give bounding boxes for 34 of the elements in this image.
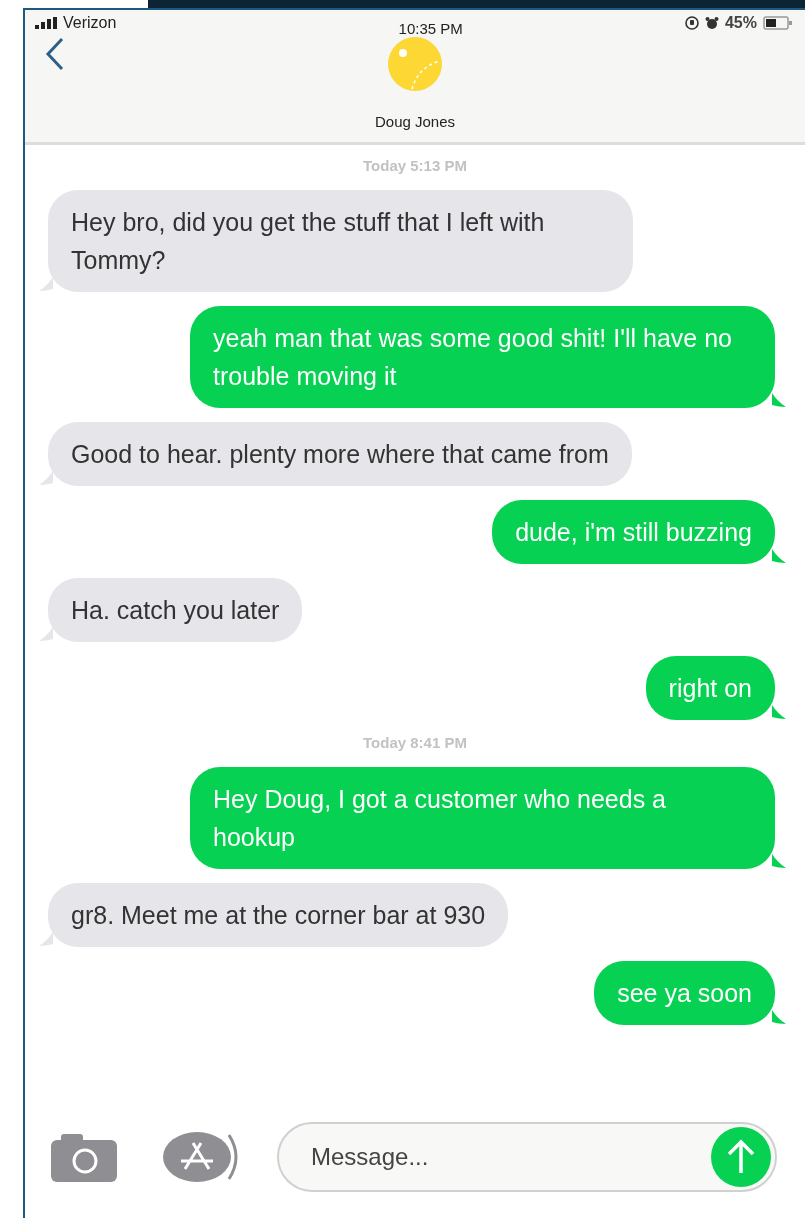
bubble-tail [772, 393, 786, 407]
bubble-tail [772, 854, 786, 868]
bubble-tail [772, 705, 786, 719]
bubble-tail [39, 932, 53, 946]
camera-icon[interactable] [51, 1132, 117, 1182]
message-timestamp: Today 5:13 PM [362, 157, 468, 174]
battery-percent: 45% [724, 14, 757, 32]
outgoing-message: see ya soon [594, 961, 775, 1025]
bubble-tail [39, 277, 53, 291]
carrier-name: Verizon [63, 14, 117, 32]
message-input[interactable]: Message... [309, 1142, 711, 1172]
message-timestamp: Today 8:41 PM [362, 734, 468, 751]
battery-icon [763, 16, 793, 30]
signal-icon [35, 17, 57, 29]
send-icon[interactable] [711, 1127, 771, 1187]
incoming-message: Hey bro, did you get the stuff that I left with Tommy? [48, 190, 633, 292]
message-field[interactable]: Message... [277, 1122, 777, 1192]
bubble-tail [39, 627, 53, 641]
bubble-tail [772, 549, 786, 563]
clock-time: 10:35 PM [398, 20, 463, 37]
rotation-lock-icon [684, 16, 699, 30]
incoming-message: Good to hear. plenty more where that came from [48, 422, 632, 486]
app-store-icon[interactable] [163, 1131, 239, 1183]
outgoing-message: dude, i'm still buzzing [492, 500, 775, 564]
incoming-message: Ha. catch you later [48, 578, 303, 642]
outgoing-message: Hey Doug, I got a customer who needs a hookup [190, 767, 775, 869]
bubble-tail [772, 1010, 786, 1024]
contact-name: Doug Jones [373, 113, 457, 130]
bubble-tail [39, 471, 53, 485]
back-icon[interactable] [45, 37, 65, 71]
incoming-message: gr8. Meet me at the corner bar at 930 [48, 883, 509, 947]
outgoing-message: yeah man that was some good shit! I'll have no trouble moving it [190, 306, 775, 408]
alarm-icon [704, 16, 719, 30]
outgoing-message: right on [645, 656, 775, 720]
